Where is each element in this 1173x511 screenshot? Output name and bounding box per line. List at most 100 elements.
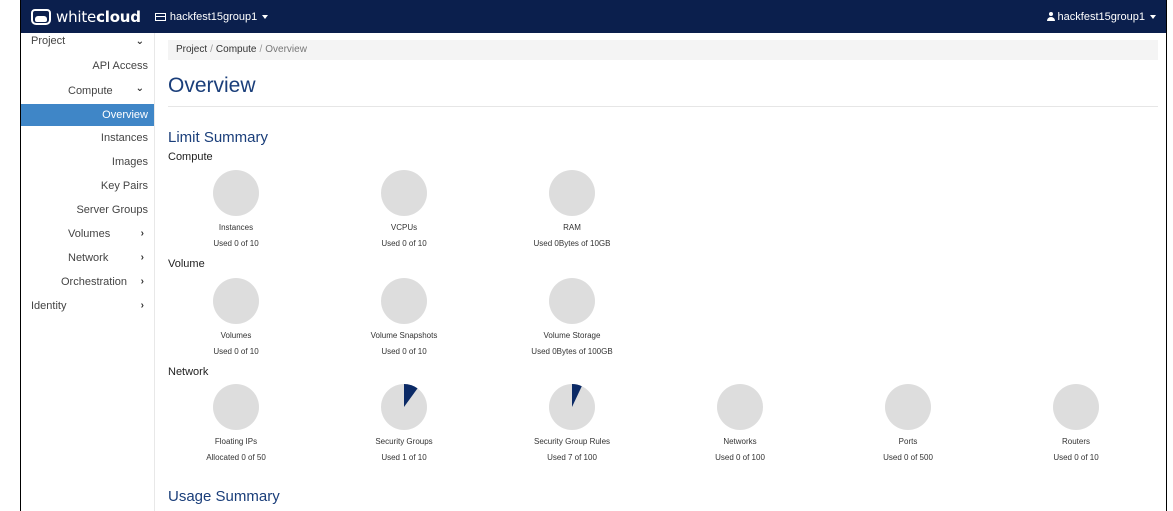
pie-chart — [213, 170, 259, 216]
sidebar-item-key-pairs[interactable]: Key Pairs — [21, 174, 154, 198]
quota-usage-text: Used 0 of 10 — [381, 239, 427, 248]
quota-pie-security-group-rules: Security Group Rules Used 7 of 100 — [497, 384, 647, 464]
quota-usage-text: Allocated 0 of 50 — [206, 453, 266, 462]
sidebar-item-overview[interactable]: Overview — [21, 104, 154, 126]
quota-pie-volumes: Volumes Used 0 of 10 — [161, 278, 311, 358]
quota-pie-floating-ips: Floating IPs Allocated 0 of 50 — [161, 384, 311, 464]
network-group-title: Network — [168, 366, 209, 378]
user-name: hackfest15group1 — [1057, 10, 1145, 23]
quota-label: Volumes — [220, 331, 252, 340]
sidebar-item-label: Compute — [68, 85, 113, 97]
app-frame: whitecloud hackfest15group1 hackfest15gr… — [20, 0, 1167, 511]
sidebar-item-label: Project — [31, 35, 66, 47]
chevron-right-icon: › — [140, 276, 144, 287]
pie-background — [549, 170, 595, 216]
quota-usage-text: Used 0 of 10 — [213, 239, 259, 248]
quota-label: Security Groups — [375, 437, 433, 446]
sidebar-item-project[interactable]: Project ⌄ — [21, 33, 154, 54]
quota-pie-volume-storage: Volume Storage Used 0Bytes of 100GB — [497, 278, 647, 358]
quota-label: RAM — [563, 223, 581, 232]
quota-pie-ports: Ports Used 0 of 500 — [833, 384, 983, 464]
sidebar-item-label: Server Groups — [76, 204, 148, 216]
quota-usage-text: Used 0 of 10 — [1053, 453, 1099, 462]
pie-chart — [885, 384, 931, 430]
quota-pie-ram: RAM Used 0Bytes of 10GB — [497, 170, 647, 250]
brand-logo[interactable]: whitecloud — [21, 0, 141, 33]
sidebar-item-label: Orchestration — [61, 276, 128, 288]
quota-pie-networks: Networks Used 0 of 100 — [665, 384, 815, 464]
brand-prefix: white — [56, 7, 97, 26]
chevron-right-icon: › — [140, 228, 144, 239]
caret-down-icon — [1150, 14, 1156, 19]
chevron-down-icon: ⌄ — [135, 83, 144, 94]
sidebar-item-volumes[interactable]: Volumes › — [21, 222, 154, 246]
sidebar-item-server-groups[interactable]: Server Groups — [21, 198, 154, 222]
pie-chart — [213, 384, 259, 430]
quota-pie-routers: Routers Used 0 of 10 — [1001, 384, 1151, 464]
user-menu[interactable]: hackfest15group1 — [1046, 0, 1156, 33]
usage-summary-heading: Usage Summary — [168, 488, 280, 505]
pie-background — [213, 384, 259, 430]
pie-chart — [717, 384, 763, 430]
quota-pie-security-groups: Security Groups Used 1 of 10 — [329, 384, 479, 464]
pie-background — [381, 170, 427, 216]
breadcrumb-current: Overview — [265, 44, 307, 55]
quota-usage-text: Used 0Bytes of 100GB — [531, 347, 613, 356]
quota-usage-text: Used 0 of 500 — [883, 453, 933, 462]
quota-usage-text: Used 0 of 10 — [381, 347, 427, 356]
quota-pie-instances: Instances Used 0 of 10 — [161, 170, 311, 250]
pie-chart — [1053, 384, 1099, 430]
quota-pie-vcpus: VCPUs Used 0 of 10 — [329, 170, 479, 250]
project-switcher[interactable]: hackfest15group1 — [154, 10, 269, 23]
sidebar-item-network[interactable]: Network › — [21, 246, 154, 270]
quota-usage-text: Used 0Bytes of 10GB — [533, 239, 611, 248]
project-name: hackfest15group1 — [169, 10, 258, 23]
pie-background — [717, 384, 763, 430]
user-icon — [1046, 12, 1055, 21]
pie-chart — [549, 170, 595, 216]
sidebar-item-label: Volumes — [68, 228, 111, 240]
sidebar-item-label: Images — [111, 156, 148, 168]
pie-chart — [549, 384, 595, 430]
sidebar-item-instances[interactable]: Instances — [21, 126, 154, 150]
quota-usage-text: Used 1 of 10 — [381, 453, 427, 462]
breadcrumb-compute[interactable]: Compute — [216, 44, 257, 55]
sidebar-item-compute[interactable]: Compute ⌄ — [21, 78, 154, 104]
quota-label: Networks — [723, 437, 757, 446]
pie-background — [885, 384, 931, 430]
pie-background — [213, 278, 259, 324]
breadcrumb-project[interactable]: Project — [176, 44, 207, 55]
pie-chart — [381, 170, 427, 216]
pie-background — [549, 278, 595, 324]
volume-group-title: Volume — [168, 258, 205, 270]
pie-chart — [381, 278, 427, 324]
sidebar-item-orchestration[interactable]: Orchestration › — [21, 270, 154, 294]
compute-group-title: Compute — [168, 151, 213, 163]
cloud-logo-icon — [31, 8, 51, 25]
sidebar-item-label: API Access — [92, 60, 148, 72]
sidebar-item-label: Identity — [31, 300, 67, 312]
sidebar-item-images[interactable]: Images — [21, 150, 154, 174]
pie-chart — [213, 278, 259, 324]
pie-chart — [549, 278, 595, 324]
quota-label: Volume Snapshots — [370, 331, 438, 340]
chevron-down-icon: ⌄ — [135, 36, 144, 47]
brand-name: whitecloud — [56, 8, 141, 26]
quota-label: Floating IPs — [214, 437, 258, 446]
caret-down-icon — [262, 14, 269, 19]
sidebar-item-label: Overview — [102, 109, 148, 121]
sidebar: Project ⌄ API Access Compute ⌄ Overview … — [21, 33, 155, 511]
quota-label: Ports — [898, 437, 918, 446]
sidebar-item-identity[interactable]: Identity › — [21, 294, 154, 318]
quota-label: Routers — [1061, 437, 1090, 446]
sidebar-item-api-access[interactable]: API Access — [21, 54, 154, 78]
main-content: Project / Compute / Overview Overview Limit … — [168, 33, 1158, 511]
breadcrumb: Project / Compute / Overview — [168, 40, 1158, 60]
pie-background — [1053, 384, 1099, 430]
pie-background — [213, 170, 259, 216]
quota-label: Volume Storage — [543, 331, 601, 340]
quota-label: Instances — [218, 223, 254, 232]
brand-suffix: cloud — [96, 7, 141, 26]
sidebar-item-label: Key Pairs — [100, 180, 148, 192]
sidebar-item-label: Network — [68, 252, 109, 264]
